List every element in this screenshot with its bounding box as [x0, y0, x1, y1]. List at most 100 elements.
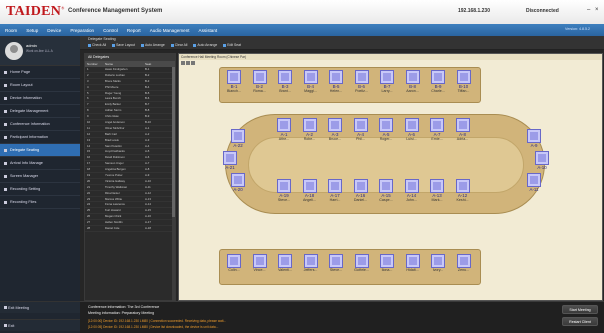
nav-item-delegate-seating[interactable]: Delegate Seating [0, 144, 80, 157]
nav-item-participant-information[interactable]: Participant Information [0, 131, 80, 144]
seat[interactable]: A-11 [525, 173, 543, 192]
seat[interactable]: A-8 Adria... [454, 118, 472, 141]
delegate-rows: 1 Hasio Kindrgarten B-1 2 Roberto Luchan B-2 3… [85, 67, 175, 232]
avatar [5, 42, 23, 60]
meeting-info: Meeting information: Preparatory Meeting [88, 311, 155, 315]
seat[interactable]: B-1 Bianch... [225, 70, 243, 93]
seat-delegate-name: Vince... [253, 268, 266, 272]
seat[interactable]: Valenti... [276, 254, 294, 272]
nav-item-home-page[interactable]: Home Page [0, 66, 80, 79]
nav-item-delegate-management[interactable]: Delegate Management [0, 105, 80, 118]
seat[interactable]: B-8 Aaron... [404, 70, 422, 93]
seat[interactable]: Jeffers... [302, 254, 320, 272]
toolbar-edit-seat[interactable]: Edit Seat [223, 43, 241, 47]
seat[interactable]: A-12 Keshi... [454, 179, 472, 202]
nav-item-room-layout[interactable]: Room Layout [0, 79, 80, 92]
menu-audio-management[interactable]: Audio Management [150, 28, 190, 33]
seat[interactable]: A-3 Bruce... [326, 118, 344, 141]
app-title: Conference Management System [68, 8, 163, 14]
seat[interactable]: A-2 Robe... [301, 118, 319, 141]
seat-icon [380, 70, 394, 84]
nav-item-arrival-info-manage[interactable]: Arrival Info Manage [0, 157, 80, 170]
seat[interactable]: A-17 Harri... [326, 179, 344, 202]
seat[interactable]: B-5 Helen... [327, 70, 345, 93]
seat[interactable]: Hidalt... [404, 254, 422, 272]
seat[interactable]: A-15 Caspe... [377, 179, 395, 202]
minimize-icon[interactable]: – [587, 7, 590, 13]
seat-delegate-name: Helen... [329, 89, 343, 93]
nav-item-conference-information[interactable]: Conference Information [0, 118, 80, 131]
toolbar-auto-arrange-2[interactable]: Auto Arrange [193, 43, 217, 47]
seat-icon [527, 129, 541, 143]
taiden-logo: TAIDEN® [6, 4, 65, 19]
seat[interactable]: B-6 Poeliz... [353, 70, 371, 93]
seat[interactable]: A-10 [533, 151, 551, 170]
toolbar-clear-all[interactable]: Clear All [170, 43, 187, 47]
zoom-in-icon[interactable] [181, 61, 185, 65]
menu-setup[interactable]: Setup [26, 28, 38, 33]
toolbar-auto-arrange[interactable]: Auto Arrange [141, 43, 165, 47]
seat[interactable]: B-2 Roma... [251, 70, 269, 93]
close-icon[interactable]: × [595, 7, 599, 13]
seat-number: A-9 [530, 143, 538, 148]
seat-icon [252, 70, 267, 84]
seat[interactable]: A-19 Steve... [275, 179, 293, 202]
menu-bar: Room Setup Device Preparation Control Re… [0, 24, 604, 36]
seat-icon [353, 118, 368, 132]
restart-client-button[interactable]: Restart Client [562, 317, 598, 326]
seat[interactable]: B-9 Charle... [429, 70, 447, 93]
seat[interactable]: A-16 Daniel... [352, 179, 370, 202]
seat[interactable]: B-4 Maggi... [302, 70, 320, 93]
nav-item-screen-manager[interactable]: Screen Manager [0, 170, 80, 183]
exit-meeting-button[interactable]: Exit Meeting [0, 301, 80, 313]
seat[interactable]: Ivory... [429, 254, 447, 272]
delegate-list-scrollbar[interactable] [172, 67, 175, 301]
seat-delegate-name: Valenti... [278, 268, 292, 272]
seat[interactable]: A-1 Athe... [275, 118, 293, 141]
seat[interactable]: A-7 Emie... [428, 118, 446, 141]
seat-icon [278, 254, 292, 268]
seat[interactable]: A-18 Angeli... [301, 179, 319, 202]
nav-item-recording-setting[interactable]: Recording Setting [0, 183, 80, 196]
seat[interactable]: Steve... [327, 254, 345, 272]
menu-control[interactable]: Control [103, 28, 118, 33]
seat[interactable]: A-9 [525, 129, 543, 148]
seat-layout-canvas[interactable]: Conference Hall Meeting Room (Chinese Pa… [178, 53, 603, 301]
fit-icon[interactable] [191, 61, 195, 65]
seat-number: A-21 [225, 165, 235, 170]
seat[interactable]: Colin... [225, 254, 243, 272]
seat[interactable]: B-7 Larry... [378, 70, 396, 93]
seat[interactable]: A-5 Roger... [377, 118, 395, 141]
toolbar-save-layout[interactable]: Save Layout [112, 43, 135, 47]
seat-icon [380, 254, 394, 268]
seat[interactable]: B-3 Brant... [276, 70, 294, 93]
seat[interactable]: A-14 John... [403, 179, 421, 202]
seat[interactable]: Ilona... [378, 254, 396, 272]
nav-item-recording-files[interactable]: Recording Files [0, 196, 80, 209]
seat[interactable]: A-20 [229, 173, 247, 192]
exit-button[interactable]: Exit [0, 319, 80, 331]
menu-assistant[interactable]: Assistant [199, 28, 218, 33]
seat[interactable]: Vince... [251, 254, 269, 272]
zoom-out-icon[interactable] [186, 61, 190, 65]
seat[interactable]: A-21 [221, 151, 239, 170]
seat[interactable]: A-6 Luisi... [403, 118, 421, 141]
seat[interactable]: A-13 Mark... [428, 179, 446, 202]
seat-delegate-name: Keshi... [456, 198, 469, 202]
seat[interactable]: B-10 Tiffan... [455, 70, 473, 93]
menu-report[interactable]: Report [127, 28, 141, 33]
toolbar-check-all[interactable]: Check All [88, 43, 106, 47]
menu-room[interactable]: Room [5, 28, 17, 33]
seat[interactable]: A-22 [229, 129, 247, 148]
exit-icon [4, 324, 7, 327]
seat[interactable]: Zenu... [455, 254, 473, 272]
menu-preparation[interactable]: Preparation [70, 28, 94, 33]
seat[interactable]: Guthrie... [353, 254, 371, 272]
seat[interactable]: A-4 Phil... [352, 118, 370, 141]
nav-item-device-information[interactable]: Device Information [0, 92, 80, 105]
start-meeting-button[interactable]: Start Meeting [562, 305, 598, 314]
seat-number: A-10 [537, 165, 547, 170]
seat-delegate-name: Harri... [329, 198, 341, 202]
menu-device[interactable]: Device [47, 28, 61, 33]
table-row[interactable]: 28 Daniel Cole A-18 [85, 226, 175, 232]
